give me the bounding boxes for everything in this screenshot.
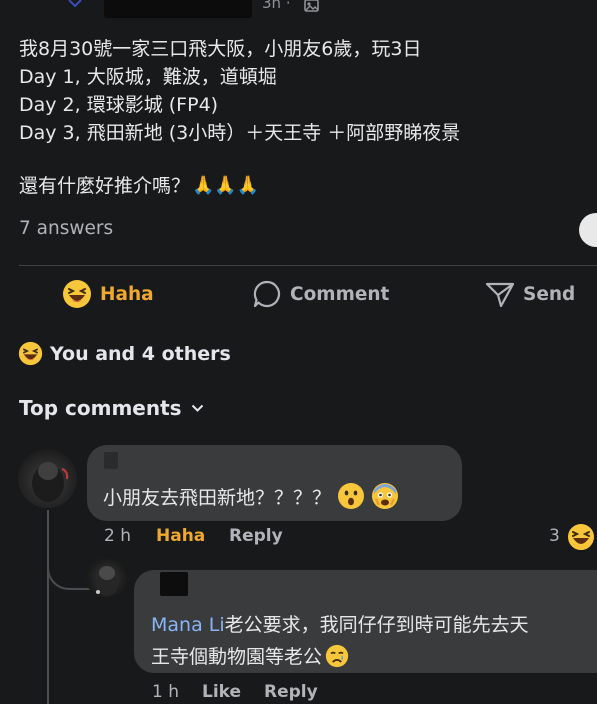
fearful-emoji-icon	[372, 483, 399, 509]
reply-text-content: 王寺個動物園等老公	[151, 646, 323, 668]
comment-reaction-count[interactable]: 3	[549, 526, 560, 546]
post-text-line: 我8月30號一家三口飛大阪，小朋友6歲，玩3日	[19, 38, 422, 60]
post-text-line: Day 1, 大阪城，難波，道頓堀	[19, 66, 277, 88]
redacted-commenter-name	[104, 452, 118, 469]
send-button[interactable]: Send	[485, 281, 576, 308]
post-timestamp: 3h ·	[262, 0, 291, 12]
comment-bubble-icon	[253, 280, 281, 308]
prayer-hands-icon: 🙏🙏🙏	[192, 175, 260, 196]
side-button[interactable]	[579, 213, 597, 247]
chevron-icon	[68, 0, 82, 8]
haha-label: Haha	[100, 283, 154, 305]
crying-emoji-icon	[325, 644, 349, 667]
comment-reply-button[interactable]: Reply	[264, 682, 318, 702]
top-comments-filter[interactable]: Top comments	[19, 396, 204, 420]
divider	[19, 265, 597, 266]
reactions-summary-text: You and 4 others	[50, 342, 231, 365]
send-icon	[485, 282, 515, 308]
avatar[interactable]	[18, 449, 77, 508]
post-question-line: 還有什麼好推介嗎？ 🙏🙏🙏	[19, 172, 259, 200]
chevron-down-icon	[191, 404, 203, 412]
reactions-summary[interactable]: You and 4 others	[18, 341, 231, 366]
comment-button[interactable]: Comment	[252, 280, 390, 308]
post-text-line: 還有什麼好推介嗎？	[19, 175, 191, 197]
avatar[interactable]	[86, 557, 128, 599]
comment-timestamp: 2 h	[104, 526, 131, 546]
reply-text-content: 老公要求，我同仔仔到時可能先去天	[224, 614, 529, 636]
comment-text: 小朋友去飛田新地？？？？	[103, 482, 399, 510]
haha-reaction-button[interactable]: Haha	[62, 280, 154, 308]
redacted-author-name	[104, 0, 252, 18]
mention-link[interactable]: Mana Li	[151, 614, 225, 636]
comment-like-button[interactable]: Like	[202, 682, 241, 702]
post-text-line: Day 2, 環球影城 (FP4)	[19, 94, 219, 116]
comment-timestamp: 1 h	[152, 682, 179, 702]
comment-reply-button[interactable]: Reply	[229, 526, 283, 546]
surprised-emoji-icon	[338, 483, 365, 509]
reply-text-line: Mana Li老公要求，我同仔仔到時可能先去天	[151, 610, 529, 637]
redacted-commenter-name	[160, 572, 188, 596]
top-comments-label: Top comments	[19, 396, 182, 420]
comment-label: Comment	[290, 283, 390, 305]
answers-count-link[interactable]: 7 answers	[19, 218, 113, 239]
audience-icon	[304, 0, 319, 12]
post-text-line: Day 3, 飛田新地 (3小時）＋天王寺 ＋阿部野睇夜景	[19, 122, 461, 144]
haha-emoji-icon	[18, 341, 43, 366]
haha-emoji-icon	[566, 522, 596, 556]
thread-line	[47, 510, 49, 704]
reply-text-line: 王寺個動物園等老公	[151, 642, 349, 669]
haha-emoji-icon	[63, 280, 91, 308]
send-label: Send	[523, 283, 576, 305]
comment-haha-button[interactable]: Haha	[156, 526, 205, 546]
comment-text-content: 小朋友去飛田新地？？？？	[103, 486, 332, 509]
